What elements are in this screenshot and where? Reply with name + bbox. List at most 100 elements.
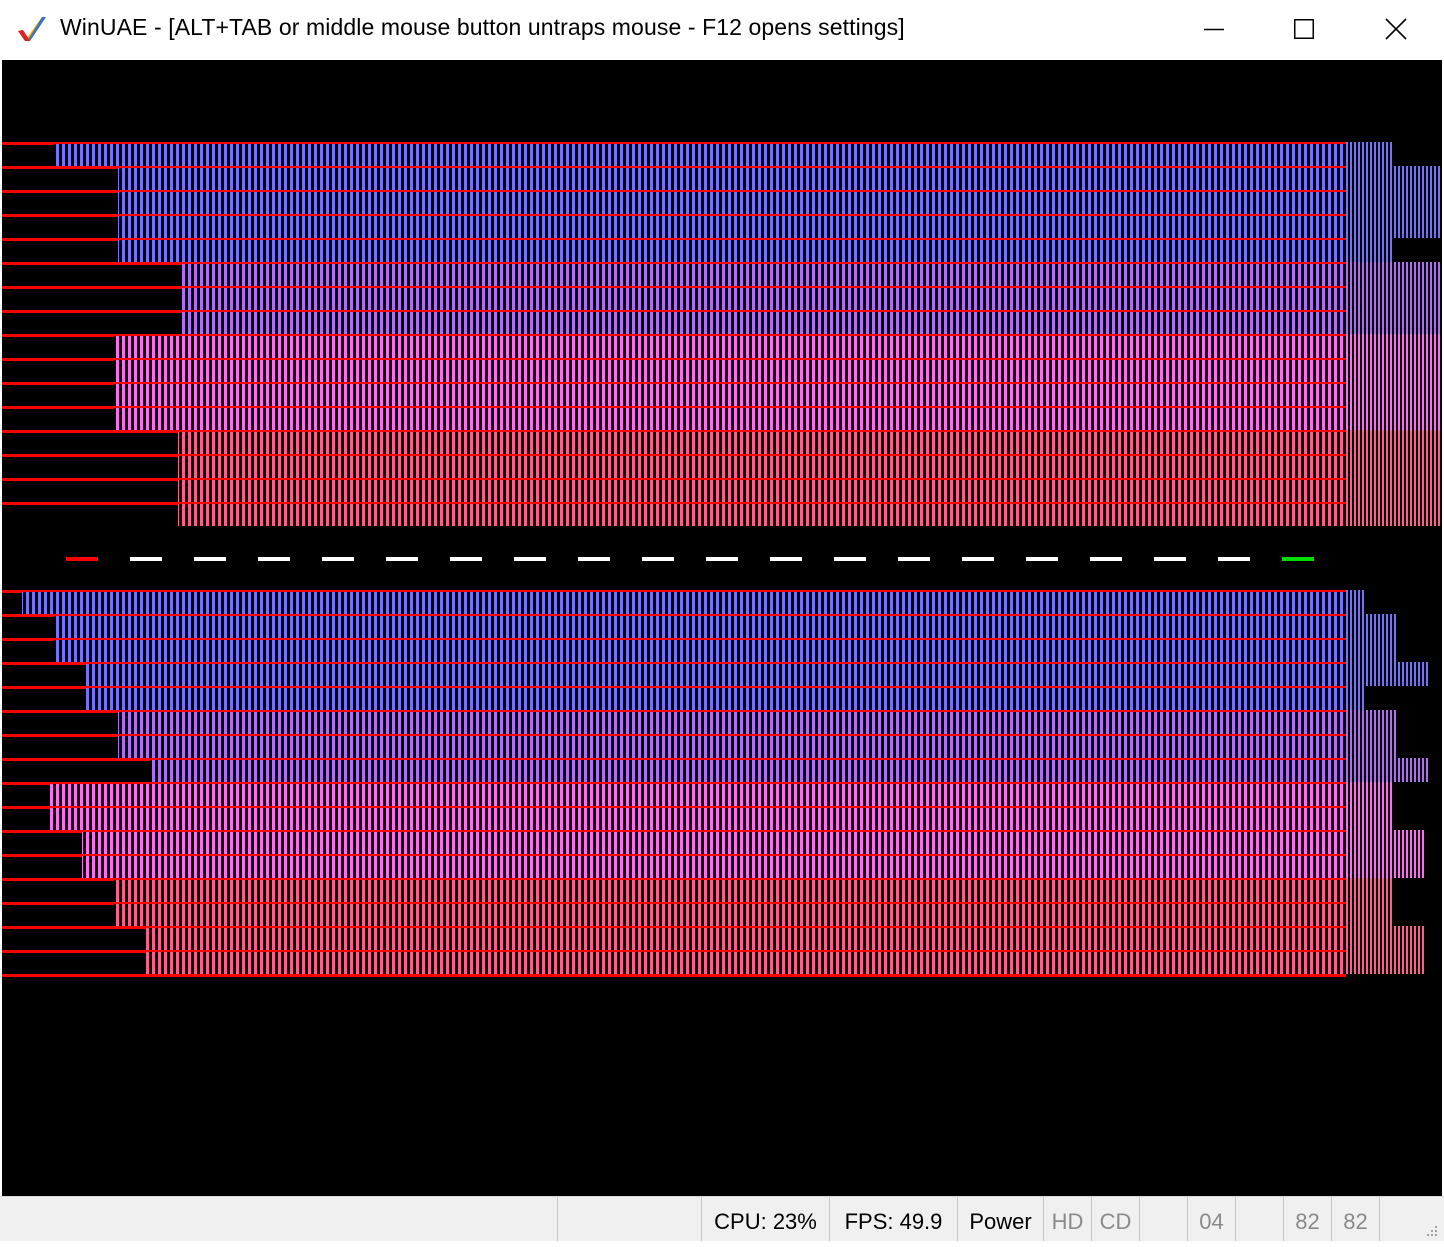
df3-track[interactable]: 82	[1332, 1197, 1380, 1241]
copper-bar-row-edge	[1346, 214, 1442, 238]
red-scanline	[2, 782, 50, 785]
red-scanline	[114, 902, 1346, 904]
copper-bar-row	[54, 638, 1346, 662]
red-scanline	[2, 406, 114, 409]
copper-bar-row-edge	[1346, 310, 1442, 334]
hd-led[interactable]: HD	[1044, 1197, 1092, 1241]
row-left-gap	[2, 286, 182, 310]
copper-bar-row	[114, 382, 1346, 406]
copper-bar-row	[178, 430, 1346, 454]
divider-dash	[194, 557, 226, 561]
divider-dash	[258, 557, 290, 561]
copper-bar-row	[182, 310, 1346, 334]
copper-bar-row	[82, 854, 1346, 878]
copper-bar-row-edge	[1346, 902, 1392, 926]
divider-dash	[1218, 557, 1250, 561]
df1-track[interactable]	[1236, 1197, 1284, 1241]
red-scanline	[54, 142, 1346, 144]
row-left-gap	[2, 454, 178, 478]
divider-dash	[1026, 557, 1058, 561]
red-scanline	[118, 710, 1346, 712]
copper-bar-row-edge	[1346, 238, 1394, 262]
row-left-gap	[2, 478, 178, 502]
copper-bar-row-edge	[1346, 926, 1424, 950]
red-scanline	[178, 502, 1346, 504]
copper-bar-row	[50, 782, 1346, 806]
copper-bar-row-edge	[1346, 878, 1392, 902]
red-scanline	[146, 950, 1346, 952]
copper-bar-row	[86, 686, 1346, 710]
red-scanline	[2, 926, 146, 929]
red-scanline	[2, 830, 82, 833]
copper-bar-row-edge	[1346, 454, 1442, 478]
copper-bar-row-edge	[1346, 286, 1442, 310]
copper-bar-row-edge	[1346, 830, 1424, 854]
copper-bar-row	[118, 214, 1346, 238]
row-left-gap	[2, 238, 118, 262]
copper-bar-row	[54, 142, 1346, 166]
copper-bar-row	[118, 734, 1346, 758]
red-scanline	[2, 262, 182, 265]
red-scanline	[22, 590, 1346, 592]
cd-led[interactable]: CD	[1092, 1197, 1140, 1241]
copper-bar-row	[182, 286, 1346, 310]
red-scanline	[2, 334, 114, 337]
divider-dash	[706, 557, 738, 561]
red-scanline	[178, 430, 1346, 432]
row-left-gap	[2, 142, 54, 166]
minimize-button[interactable]	[1168, 0, 1260, 58]
red-scanline	[114, 334, 1346, 336]
red-scanline	[2, 238, 118, 241]
copper-bar-row-edge	[1346, 166, 1442, 190]
red-scanline	[54, 638, 1346, 640]
df0-track[interactable]: 04	[1188, 1197, 1236, 1241]
row-left-gap	[2, 262, 182, 286]
red-scanline	[2, 662, 86, 665]
copper-bar-row	[50, 806, 1346, 830]
copper-bar-row	[118, 166, 1346, 190]
copper-bar-row-edge	[1346, 430, 1442, 454]
red-scanline	[82, 854, 1346, 856]
power-led[interactable]: Power	[958, 1197, 1044, 1241]
red-scanline	[2, 478, 178, 481]
divider-dash	[962, 557, 994, 561]
copper-bar-row-edge	[1346, 142, 1394, 166]
copper-bar-row-edge	[1346, 638, 1396, 662]
winuae-window: WinUAE - [ALT+TAB or middle mouse button…	[0, 0, 1444, 1241]
resize-grip-icon[interactable]	[1422, 1221, 1438, 1237]
divider-dash	[770, 557, 802, 561]
divider-dashes	[66, 557, 1314, 561]
copper-bar-row	[114, 406, 1346, 430]
title-bar[interactable]: WinUAE - [ALT+TAB or middle mouse button…	[0, 0, 1444, 60]
red-scanline	[182, 310, 1346, 312]
copper-bar-row-edge	[1346, 334, 1442, 358]
red-scanline	[182, 262, 1346, 264]
copper-bar-row-edge	[1346, 806, 1392, 830]
maximize-button[interactable]	[1258, 0, 1350, 58]
copper-bar-row	[114, 358, 1346, 382]
red-scanline	[114, 878, 1346, 880]
red-scanline	[118, 166, 1346, 168]
red-scanline	[2, 950, 146, 953]
copper-bar-row	[178, 478, 1346, 502]
divider-dash	[1090, 557, 1122, 561]
divider-dash	[642, 557, 674, 561]
upper-copper-bars	[2, 142, 1442, 526]
status-message-area	[0, 1197, 558, 1241]
divider-dash	[514, 557, 546, 561]
row-left-gap	[2, 166, 118, 190]
red-scanline	[2, 638, 54, 641]
close-icon	[1385, 18, 1407, 40]
copper-bars-display	[2, 142, 1442, 977]
maximize-icon	[1294, 19, 1314, 39]
red-scanline	[86, 662, 1346, 664]
row-left-gap	[2, 190, 118, 214]
df2-track[interactable]: 82	[1284, 1197, 1332, 1241]
window-title: WinUAE - [ALT+TAB or middle mouse button…	[60, 14, 905, 40]
divider-dash	[386, 557, 418, 561]
close-button[interactable]	[1350, 0, 1442, 58]
red-scanline	[2, 358, 114, 361]
emulator-display[interactable]	[2, 60, 1442, 1196]
copper-bar-row	[146, 950, 1346, 974]
red-scanline	[2, 734, 118, 737]
